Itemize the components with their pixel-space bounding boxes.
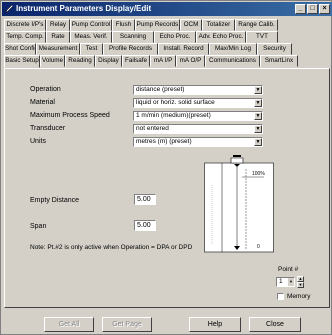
chevron-down-icon[interactable]: ▼ bbox=[254, 125, 262, 133]
tab-discrete-inputs[interactable]: Discrete I/P's bbox=[4, 19, 46, 31]
tab-volume[interactable]: Volume bbox=[40, 55, 65, 67]
tab-row-2: Temp. Comp. Rate Meas. Verif. Scanning E… bbox=[4, 31, 330, 43]
tank-diagram: 100% 0 bbox=[204, 155, 274, 253]
chevron-down-icon[interactable]: ▼ bbox=[288, 278, 294, 286]
tab-totalizer[interactable]: Totalizer bbox=[202, 19, 235, 31]
span-label: Span bbox=[30, 223, 47, 230]
tab-row-3: Shot Config. Measurement Test Profile Re… bbox=[4, 43, 330, 55]
point-spinner[interactable]: ▲ ▼ bbox=[297, 276, 304, 288]
tab-test[interactable]: Test bbox=[80, 43, 103, 55]
zero-label: 0 bbox=[257, 244, 260, 250]
title-bar: Instrument Parameters Display/Edit _ □ × bbox=[2, 2, 332, 16]
memory-option[interactable]: Memory bbox=[277, 293, 310, 300]
units-value: metres (m) (preset) bbox=[136, 138, 192, 145]
chevron-down-icon[interactable]: ▼ bbox=[254, 86, 262, 94]
transducer-value: not entered bbox=[136, 125, 169, 132]
tab-install-record[interactable]: Install. Record bbox=[158, 43, 209, 55]
tab-meas-verif[interactable]: Meas. Verif. bbox=[70, 31, 112, 43]
tab-failsafe[interactable]: Failsafe bbox=[122, 55, 150, 67]
transducer-select[interactable]: not entered ▼ bbox=[133, 124, 263, 134]
tab-rate[interactable]: Rate bbox=[46, 31, 70, 43]
point-value: 1 bbox=[279, 278, 283, 285]
tab-row-1: Discrete I/P's Relay Pump Control Flush … bbox=[4, 19, 330, 31]
memory-checkbox[interactable] bbox=[277, 293, 284, 300]
tab-profile-records[interactable]: Profile Records bbox=[103, 43, 158, 55]
tab-ocm[interactable]: OCM bbox=[180, 19, 202, 31]
chevron-down-icon[interactable]: ▼ bbox=[254, 138, 262, 146]
pct-label: 100% bbox=[252, 171, 265, 177]
material-value: liquid or horiz. solid surface bbox=[136, 99, 215, 106]
close-window-button[interactable]: × bbox=[319, 4, 330, 14]
tab-echo-proc[interactable]: Echo Proc. bbox=[154, 31, 196, 43]
units-label: Units bbox=[30, 138, 46, 145]
chevron-down-icon[interactable]: ▼ bbox=[254, 99, 262, 107]
tab-display[interactable]: Display bbox=[95, 55, 122, 67]
pencil-icon bbox=[5, 4, 14, 14]
speed-label: Maximum Process Speed bbox=[30, 112, 110, 119]
tab-strip: Discrete I/P's Relay Pump Control Flush … bbox=[4, 19, 330, 68]
tab-tvt[interactable]: TVT bbox=[246, 31, 278, 43]
tab-basic-setup[interactable]: Basic Setup bbox=[4, 55, 40, 68]
speed-select[interactable]: 1 m/min (medium)(preset) ▼ bbox=[133, 111, 263, 121]
empty-distance-input[interactable]: 5.00 bbox=[134, 194, 156, 205]
tab-ma-output[interactable]: mA O/P bbox=[176, 55, 205, 67]
transducer-label: Transducer bbox=[30, 125, 66, 132]
tab-measurement[interactable]: Measurement bbox=[36, 43, 80, 55]
empty-distance-label: Empty Distance bbox=[30, 197, 80, 204]
chevron-down-icon[interactable]: ▼ bbox=[254, 112, 262, 120]
operation-value: distance (preset) bbox=[136, 86, 185, 93]
tab-max-min-log[interactable]: Max/Min Log bbox=[209, 43, 257, 55]
get-page-button[interactable]: Get Page bbox=[102, 317, 152, 332]
parameters-window: Instrument Parameters Display/Edit _ □ ×… bbox=[0, 0, 332, 335]
tab-communications[interactable]: Communications bbox=[205, 55, 260, 67]
tab-relay[interactable]: Relay bbox=[46, 19, 70, 31]
spin-down-icon[interactable]: ▼ bbox=[297, 282, 304, 288]
tab-scanning[interactable]: Scanning bbox=[112, 31, 154, 43]
operation-label: Operation bbox=[30, 86, 61, 93]
units-select[interactable]: metres (m) (preset) ▼ bbox=[133, 137, 263, 147]
material-select[interactable]: liquid or horiz. solid surface ▼ bbox=[133, 98, 263, 108]
point-select[interactable]: 1 ▼ bbox=[276, 277, 295, 287]
tab-temp-comp[interactable]: Temp. Comp. bbox=[4, 31, 46, 43]
tab-row-4: Basic Setup Volume Reading Display Fails… bbox=[4, 55, 330, 68]
tab-adv-echo-proc[interactable]: Adv. Echo Proc. bbox=[196, 31, 246, 43]
tab-pump-records[interactable]: Pump Records bbox=[135, 19, 180, 31]
minimize-button[interactable]: _ bbox=[295, 4, 306, 14]
window-title: Instrument Parameters Display/Edit bbox=[16, 4, 152, 13]
tab-range-calib[interactable]: Range Calib. bbox=[235, 19, 278, 31]
close-button[interactable]: Close bbox=[249, 317, 301, 332]
tab-ma-input[interactable]: mA I/P bbox=[150, 55, 176, 67]
tab-reading[interactable]: Reading bbox=[65, 55, 95, 67]
span-input[interactable]: 5.00 bbox=[134, 220, 156, 231]
get-all-button[interactable]: Get All bbox=[44, 317, 94, 332]
operation-select[interactable]: distance (preset) ▼ bbox=[133, 85, 263, 95]
tab-flush[interactable]: Flush bbox=[112, 19, 135, 31]
operation-note: Note: Pt.#2 is only active when Operatio… bbox=[30, 244, 193, 251]
help-button[interactable]: Help bbox=[189, 317, 241, 332]
memory-label: Memory bbox=[287, 293, 311, 300]
tab-security[interactable]: Security bbox=[257, 43, 292, 55]
speed-value: 1 m/min (medium)(preset) bbox=[136, 112, 211, 119]
point-label: Point # bbox=[278, 266, 299, 273]
tab-smartlinx[interactable]: SmartLinx bbox=[260, 55, 298, 67]
tab-shot-config[interactable]: Shot Config. bbox=[4, 43, 36, 55]
material-label: Material bbox=[30, 99, 55, 106]
maximize-button[interactable]: □ bbox=[307, 4, 318, 14]
tab-pump-control[interactable]: Pump Control bbox=[70, 19, 112, 31]
